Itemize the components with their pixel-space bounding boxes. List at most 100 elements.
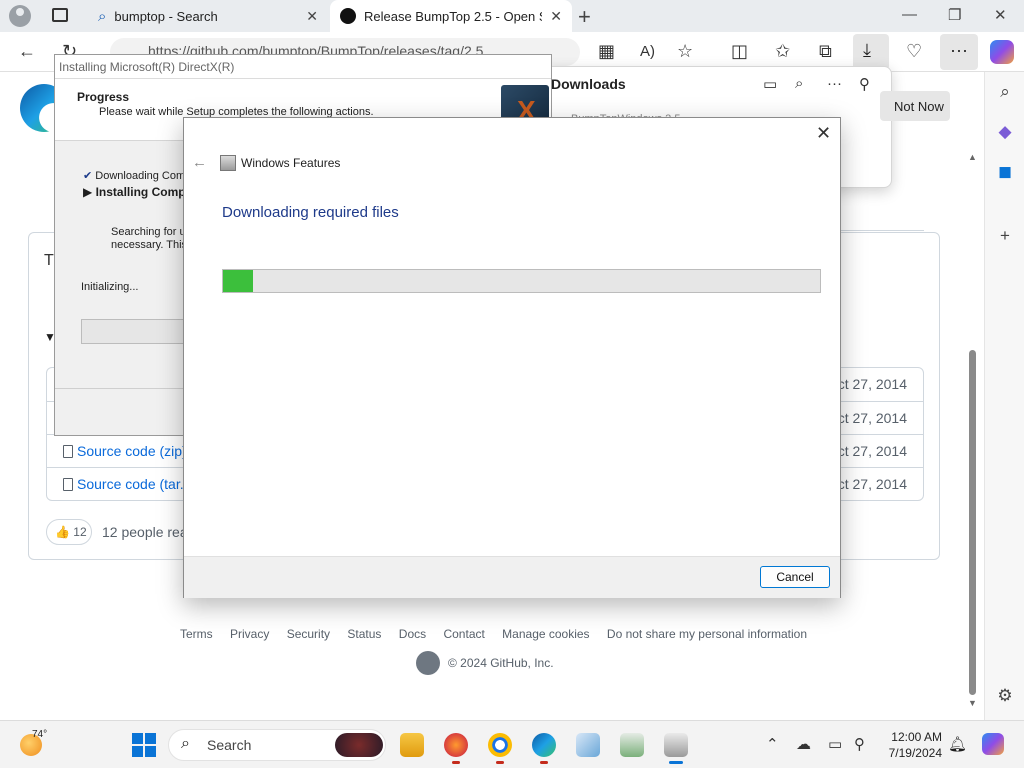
tab-label: bumptop - Search <box>114 8 218 24</box>
footer-link-manage-cookies[interactable]: Manage cookies <box>502 627 589 641</box>
clock-time: 12:00 AM <box>891 730 942 744</box>
tab-actions-icon[interactable] <box>52 8 68 22</box>
new-tab-button[interactable]: + <box>578 4 591 30</box>
file-zip-icon <box>63 478 73 491</box>
start-button[interactable] <box>132 733 156 757</box>
app-available-icon[interactable]: ▦ <box>598 41 615 62</box>
progress-fill <box>223 270 253 292</box>
file-explorer-icon[interactable] <box>400 733 424 757</box>
file-zip-icon <box>63 445 73 458</box>
reaction-button[interactable]: 👍 12 <box>46 519 92 545</box>
firefox-icon[interactable] <box>444 733 468 764</box>
back-arrow-icon[interactable]: ← <box>18 41 36 62</box>
windows-logo-icon <box>132 746 143 757</box>
footer-copyright: © 2024 GitHub, Inc. <box>416 651 554 675</box>
tab-release-bumptop[interactable]: Release BumpTop 2.5 - Open So ✕ <box>330 0 572 32</box>
footer-link-terms[interactable]: Terms <box>180 627 213 641</box>
close-window-button[interactable]: ✕ <box>994 6 1007 24</box>
browser-tab-bar: ⌕ bumptop - Search ✕ Release BumpTop 2.5… <box>0 0 1024 32</box>
chevron-up-icon[interactable]: ⌃ <box>766 735 779 753</box>
copilot-icon[interactable] <box>982 733 1004 755</box>
split-screen-icon[interactable]: ◫ <box>731 41 748 62</box>
more-icon: ··· <box>950 40 968 60</box>
mail-icon[interactable] <box>576 733 600 757</box>
outlook-icon[interactable]: ◼ <box>994 162 1016 182</box>
clock-date: 7/19/2024 <box>888 746 942 760</box>
bell-icon[interactable]: 🔔︎ <box>948 735 967 753</box>
download-progress-bar <box>222 269 821 293</box>
download-icon: ⤓ <box>863 40 871 60</box>
copilot-icon[interactable] <box>990 40 1014 64</box>
taskbar: 74° ⌕ Search ⌃ ☁ ▭ ⚲ 12:00 AM 7/19/2024 … <box>0 720 1024 768</box>
weather-temperature: 74° <box>32 729 48 740</box>
footer-links: Terms Privacy Security Status Docs Conta… <box>180 627 821 641</box>
gear-icon[interactable]: ⚙ <box>994 686 1016 706</box>
cancel-button[interactable]: Cancel <box>760 566 830 588</box>
tab-label: Release BumpTop 2.5 - Open So <box>364 8 543 24</box>
footer-link-contact[interactable]: Contact <box>443 627 484 641</box>
onedrive-icon[interactable]: ☁ <box>796 735 811 753</box>
favorites-icon[interactable]: ✩ <box>775 41 790 62</box>
downloads-title: Downloads <box>551 76 626 92</box>
arrow-right-icon: ▶ <box>83 185 93 199</box>
tab-bumptop-search[interactable]: ⌕ bumptop - Search ✕ <box>88 0 328 32</box>
edge-sidebar: ⌕ ◆ ◼ + ⚙ <box>984 72 1024 720</box>
scroll-down-icon[interactable]: ▼ <box>968 698 977 708</box>
search-icon: ⌕ <box>98 7 107 25</box>
search-icon[interactable]: ⌕ <box>795 75 803 92</box>
search-placeholder: Search <box>207 737 252 753</box>
copilot-sidebar-icon[interactable]: ◆ <box>994 122 1016 142</box>
footer-link-status[interactable]: Status <box>347 627 381 641</box>
dialog-heading: Downloading required files <box>222 204 399 221</box>
not-now-button[interactable]: Not Now <box>880 91 950 121</box>
checkmark-icon: ✔ <box>83 170 93 182</box>
windows-features-icon <box>220 155 236 171</box>
thumbs-up-icon: 👍 <box>55 525 70 539</box>
scroll-up-icon[interactable]: ▲ <box>968 152 977 162</box>
close-icon[interactable]: ✕ <box>816 123 831 144</box>
edge-icon[interactable] <box>532 733 556 764</box>
footer-link-docs[interactable]: Docs <box>399 627 426 641</box>
settings-more-button[interactable]: ··· <box>940 34 978 70</box>
installer-icon[interactable] <box>664 733 688 764</box>
github-logo-icon[interactable] <box>416 651 440 675</box>
network-icon[interactable]: ⚲ <box>854 735 865 753</box>
pin-icon[interactable]: ⚲ <box>859 75 870 93</box>
page-scrollbar[interactable]: ▲ ▼ <box>966 72 980 720</box>
reaction-count: 12 <box>73 525 87 539</box>
restore-button[interactable]: ❐ <box>948 6 961 24</box>
chrome-icon[interactable] <box>488 733 512 764</box>
footer-link-security[interactable]: Security <box>287 627 330 641</box>
windows-features-dialog: ✕ ← Windows Features Downloading require… <box>183 117 841 598</box>
add-icon[interactable]: + <box>994 226 1016 246</box>
favorite-star-icon[interactable]: ☆ <box>677 41 693 62</box>
read-aloud-icon[interactable]: A) <box>640 43 655 60</box>
clock[interactable]: 12:00 AM 7/19/2024 <box>880 729 942 761</box>
asset-link-source-zip[interactable]: Source code (zip) <box>63 443 187 459</box>
folder-icon[interactable]: ▭ <box>763 75 777 93</box>
taskbar-search[interactable]: ⌕ Search <box>168 729 386 761</box>
more-icon[interactable]: ··· <box>827 75 842 92</box>
scroll-thumb[interactable] <box>969 350 976 695</box>
windows-logo-icon <box>145 746 156 757</box>
footer-link-privacy[interactable]: Privacy <box>230 627 269 641</box>
release-text: T <box>44 252 54 269</box>
close-tab-icon[interactable]: ✕ <box>306 8 318 25</box>
app-window-icon[interactable] <box>620 733 644 757</box>
directx-title: Installing Microsoft(R) DirectX(R) <box>55 55 551 79</box>
windows-logo-icon <box>132 733 143 744</box>
search-highlight-image <box>335 733 383 757</box>
minimize-button[interactable]: — <box>902 6 917 23</box>
directx-status: Initializing... <box>81 281 139 293</box>
footer-link-do-not-share[interactable]: Do not share my personal information <box>607 627 807 641</box>
github-icon <box>340 8 356 24</box>
downloads-button[interactable]: ⤓ <box>853 34 889 70</box>
dialog-footer: Cancel <box>184 556 840 598</box>
display-icon[interactable]: ▭ <box>828 735 842 753</box>
close-tab-icon[interactable]: ✕ <box>550 8 562 25</box>
profile-icon[interactable] <box>9 5 31 27</box>
browser-essentials-icon[interactable]: ♡ <box>906 41 922 62</box>
search-icon[interactable]: ⌕ <box>994 82 1016 102</box>
windows-logo-icon <box>145 733 156 744</box>
collections-icon[interactable]: ⧉ <box>819 41 832 62</box>
